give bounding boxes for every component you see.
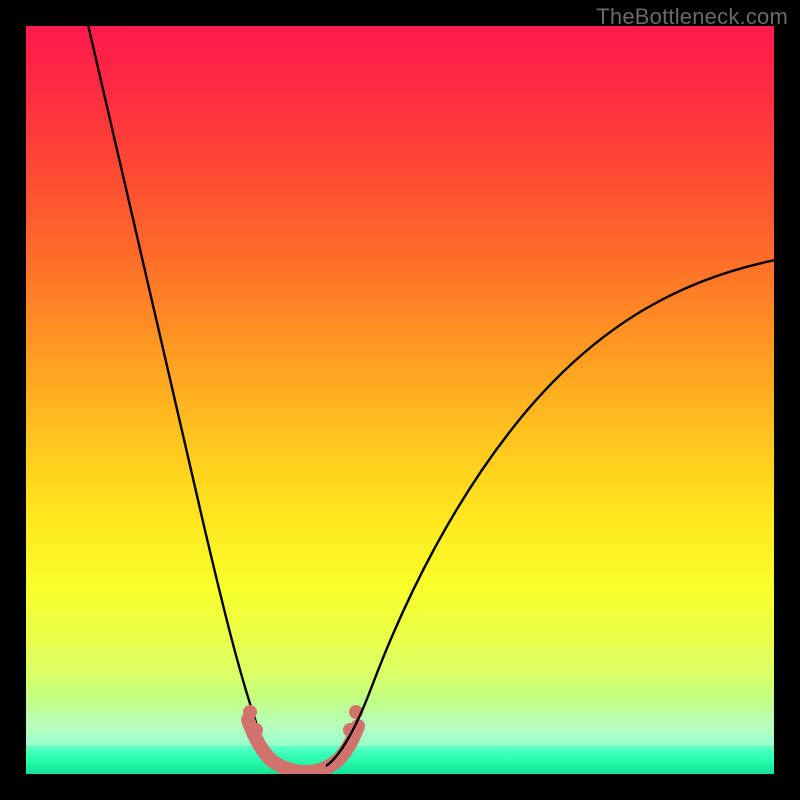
chart-frame: TheBottleneck.com [0, 0, 800, 800]
curve-left-arm [86, 26, 282, 766]
bottleneck-curve [26, 26, 774, 774]
plot-area [26, 26, 774, 774]
trough-dot-left-lower [249, 723, 263, 737]
trough-dot-left-upper [243, 705, 257, 719]
watermark-text: TheBottleneck.com [596, 4, 788, 30]
curve-trough-accent [248, 720, 358, 772]
curve-right-arm [326, 258, 774, 766]
